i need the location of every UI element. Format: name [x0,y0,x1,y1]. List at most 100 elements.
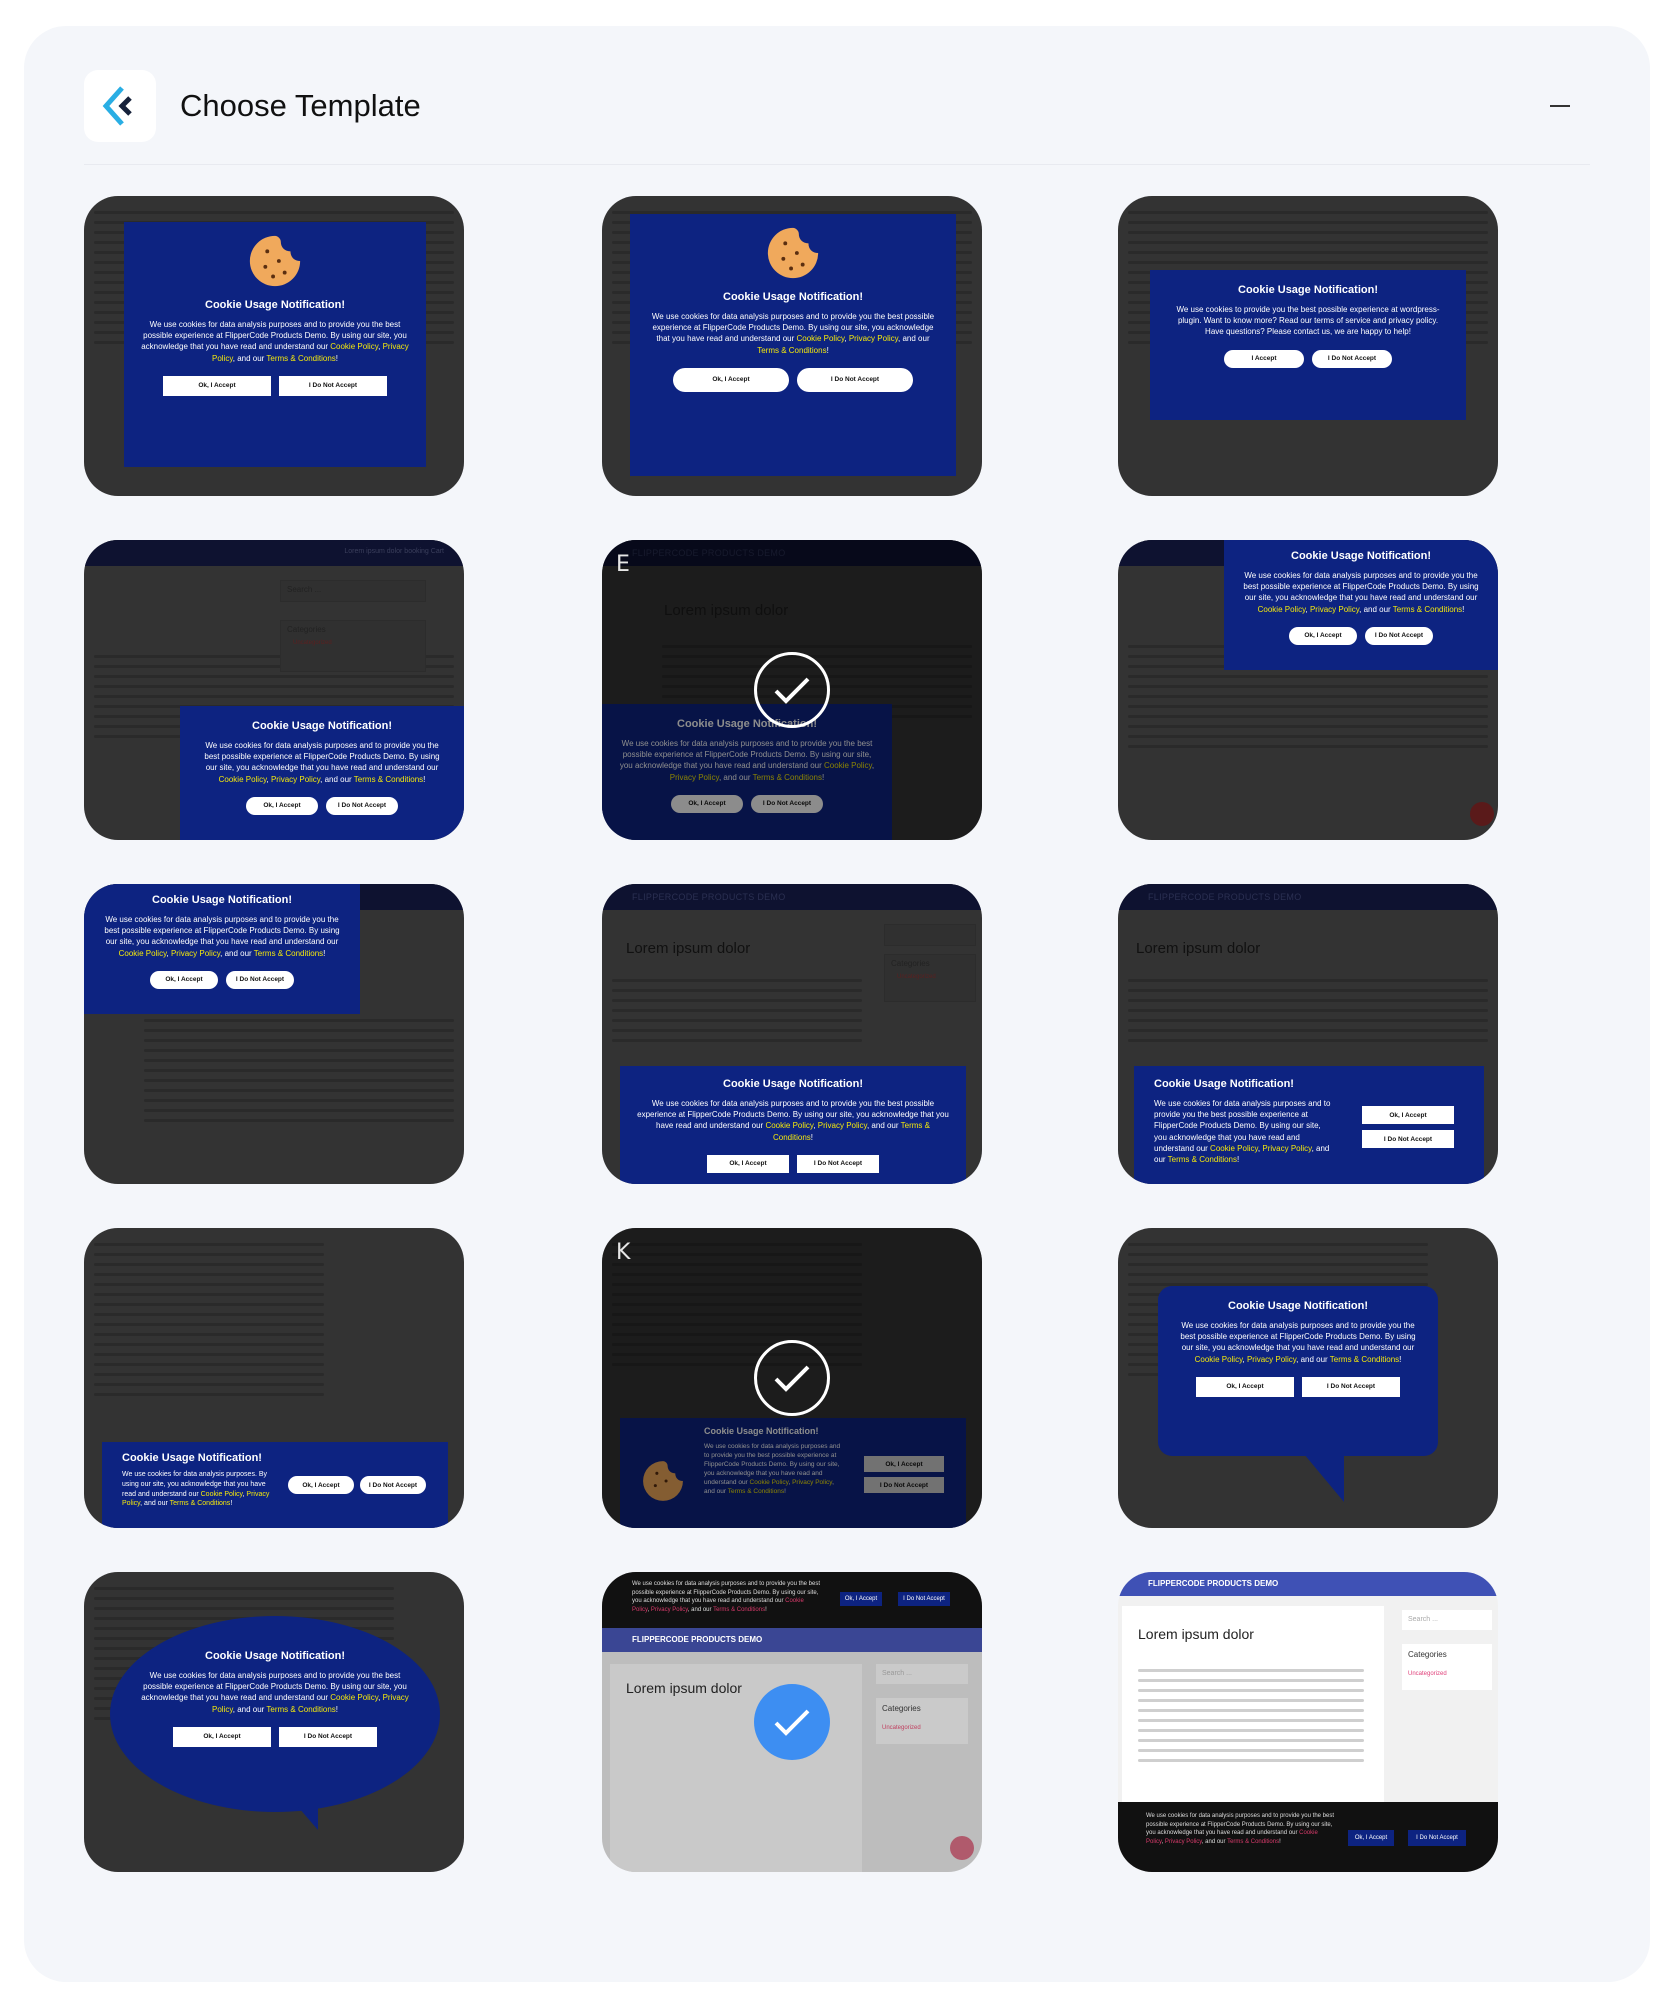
privacy-policy-link[interactable]: Privacy Policy [849,334,898,343]
popup-text: We use cookies for data analysis purpose… [204,741,440,784]
popup-text: We use cookies for data analysis purpose… [104,915,340,958]
cookie-policy-link[interactable]: Cookie Policy [1210,1144,1258,1153]
template-card-2[interactable]: Cookie Usage Notification! We use cookie… [602,196,982,496]
template-card-13[interactable]: Cookie Usage Notification! We use cookie… [84,1572,464,1872]
bubble-tail [292,1800,318,1830]
cookie-policy-link[interactable]: Cookie Policy [765,1121,813,1130]
cookie-popup: Cookie Usage Notification! We use cookie… [180,706,464,840]
accept-button[interactable]: Ok, I Accept [1196,1376,1294,1397]
accept-button[interactable]: Ok, I Accept [1348,1830,1394,1846]
popup-heading: Cookie Usage Notification! [723,1078,863,1090]
template-card-5[interactable]: FLIPPERCODE PRODUCTS DEMO Lorem ipsum do… [602,540,982,840]
popup-text: We use cookies for data analysis purpose… [637,1099,949,1142]
privacy-policy-link[interactable]: Privacy Policy [818,1121,867,1130]
cookie-popup: Cookie Usage Notification! We use cookie… [102,1442,448,1528]
terms-link[interactable]: Terms & Conditions [1393,605,1462,614]
cookie-policy-link[interactable]: Cookie Policy [201,1491,243,1498]
template-card-15[interactable]: FLIPPERCODE PRODUCTS DEMO Lorem ipsum do… [1118,1572,1498,1872]
bubble-tail [1304,1454,1344,1502]
accept-button[interactable]: Ok, I Accept [840,1592,882,1606]
privacy-policy-link[interactable]: Privacy Policy [271,775,320,784]
terms-link[interactable]: Terms & Conditions [170,1500,231,1507]
cookie-policy-link[interactable]: Cookie Policy [330,1693,378,1702]
bottom-cookie-bar: We use cookies for data analysis purpose… [1118,1802,1498,1872]
template-card-6[interactable]: Cookie Usage Notification! We use cookie… [1118,540,1498,840]
privacy-policy-link[interactable]: Privacy Policy [651,1607,688,1613]
accept-button[interactable]: Ok, I Accept [707,1154,789,1173]
popup-heading: Cookie Usage Notification! [152,894,292,906]
terms-link[interactable]: Terms & Conditions [266,354,335,363]
decline-button[interactable]: I Do Not Accept [360,1476,426,1494]
privacy-policy-link[interactable]: Privacy Policy [1165,1839,1202,1845]
privacy-policy-link[interactable]: Privacy Policy [1310,605,1359,614]
popup-heading: Cookie Usage Notification! [252,720,392,732]
decline-button[interactable]: I Do Not Accept [797,1154,879,1173]
decline-button[interactable]: I Do Not Accept [326,796,398,815]
cookie-policy-link[interactable]: Cookie Policy [330,342,378,351]
decline-button[interactable]: I Do Not Accept [279,1726,377,1747]
panel-header: Choose Template [84,70,1590,142]
template-card-4[interactable]: Lorem ipsum dolor booking Cart Search ..… [84,540,464,840]
template-card-3[interactable]: Cookie Usage Notification! We use cookie… [1118,196,1498,496]
template-card-1[interactable]: Cookie Usage Notification! We use cookie… [84,196,464,496]
popup-text: We use cookies for data analysis purpose… [632,1581,821,1614]
cookie-policy-link[interactable]: Cookie Policy [219,775,267,784]
decline-button[interactable]: I Do Not Accept [1365,626,1433,645]
template-card-11[interactable]: Cookie Usage Notification! We use cookie… [602,1228,982,1528]
popup-text: We use cookies to provide you the best p… [1176,305,1440,337]
accept-button[interactable]: Ok, I Accept [1289,626,1357,645]
cookie-popup: Cookie Usage Notification! We use cookie… [630,214,956,476]
popup-text: We use cookies for data analysis purpose… [1146,1813,1335,1846]
popup-text: We use cookies for data analysis purpose… [1180,1321,1416,1364]
terms-link[interactable]: Terms & Conditions [757,346,826,355]
popup-heading: Cookie Usage Notification! [1238,284,1378,296]
popup-text: We use cookies for data analysis purpose… [122,1471,270,1508]
terms-link[interactable]: Terms & Conditions [1330,1355,1399,1364]
popup-text: We use cookies for data analysis purpose… [1154,1099,1331,1164]
cookie-policy-link[interactable]: Cookie Policy [797,334,845,343]
terms-link[interactable]: Terms & Conditions [254,949,323,958]
decline-button[interactable]: I Do Not Accept [898,1592,950,1606]
popup-heading: Cookie Usage Notification! [122,1452,262,1464]
accept-button[interactable]: Ok, I Accept [1362,1106,1454,1124]
terms-link[interactable]: Terms & Conditions [266,1705,335,1714]
cookie-policy-link[interactable]: Cookie Policy [119,949,167,958]
accept-button[interactable]: Ok, I Accept [288,1476,354,1494]
top-cookie-bar: We use cookies for data analysis purpose… [602,1572,982,1628]
decline-button[interactable]: I Do Not Accept [797,367,913,392]
minimize-icon[interactable] [1550,100,1572,114]
decline-button[interactable]: I Do Not Accept [1302,1376,1400,1397]
decline-button[interactable]: I Do Not Accept [279,375,387,396]
accept-button[interactable]: Ok, I Accept [673,367,789,392]
accept-button[interactable]: I Accept [1224,349,1304,368]
cookie-popup: Cookie Usage Notification! We use cookie… [620,1066,966,1184]
accept-button[interactable]: Ok, I Accept [173,1726,271,1747]
terms-link[interactable]: Terms & Conditions [1168,1155,1237,1164]
terms-link[interactable]: Terms & Conditions [713,1607,765,1613]
template-card-10[interactable]: Cookie Usage Notification! We use cookie… [84,1228,464,1528]
cookie-policy-link[interactable]: Cookie Policy [1195,1355,1243,1364]
accept-button[interactable]: Ok, I Accept [150,970,218,989]
cookie-popup: Cookie Usage Notification! We use cookie… [1224,540,1498,670]
decline-button[interactable]: I Do Not Accept [226,970,294,989]
privacy-policy-link[interactable]: Privacy Policy [1247,1355,1296,1364]
decline-button[interactable]: I Do Not Accept [1362,1130,1454,1148]
popup-heading: Cookie Usage Notification! [205,299,345,311]
terms-link[interactable]: Terms & Conditions [1227,1839,1279,1845]
accept-button[interactable]: Ok, I Accept [163,375,271,396]
accept-button[interactable]: Ok, I Accept [246,796,318,815]
template-card-9[interactable]: FLIPPERCODE PRODUCTS DEMO Lorem ipsum do… [1118,884,1498,1184]
terms-link[interactable]: Terms & Conditions [354,775,423,784]
cookie-icon [767,227,819,279]
privacy-policy-link[interactable]: Privacy Policy [1262,1144,1311,1153]
template-card-7[interactable]: Cookie Usage Notification! We use cookie… [84,884,464,1184]
template-card-14[interactable]: We use cookies for data analysis purpose… [602,1572,982,1872]
privacy-policy-link[interactable]: Privacy Policy [171,949,220,958]
popup-text: We use cookies for data analysis purpose… [1243,571,1479,614]
template-card-12[interactable]: Cookie Usage Notification! We use cookie… [1118,1228,1498,1528]
page-title: Choose Template [180,88,421,123]
template-card-8[interactable]: FLIPPERCODE PRODUCTS DEMO Lorem ipsum do… [602,884,982,1184]
decline-button[interactable]: I Do Not Accept [1312,349,1392,368]
cookie-policy-link[interactable]: Cookie Policy [1258,605,1306,614]
decline-button[interactable]: I Do Not Accept [1408,1830,1466,1846]
